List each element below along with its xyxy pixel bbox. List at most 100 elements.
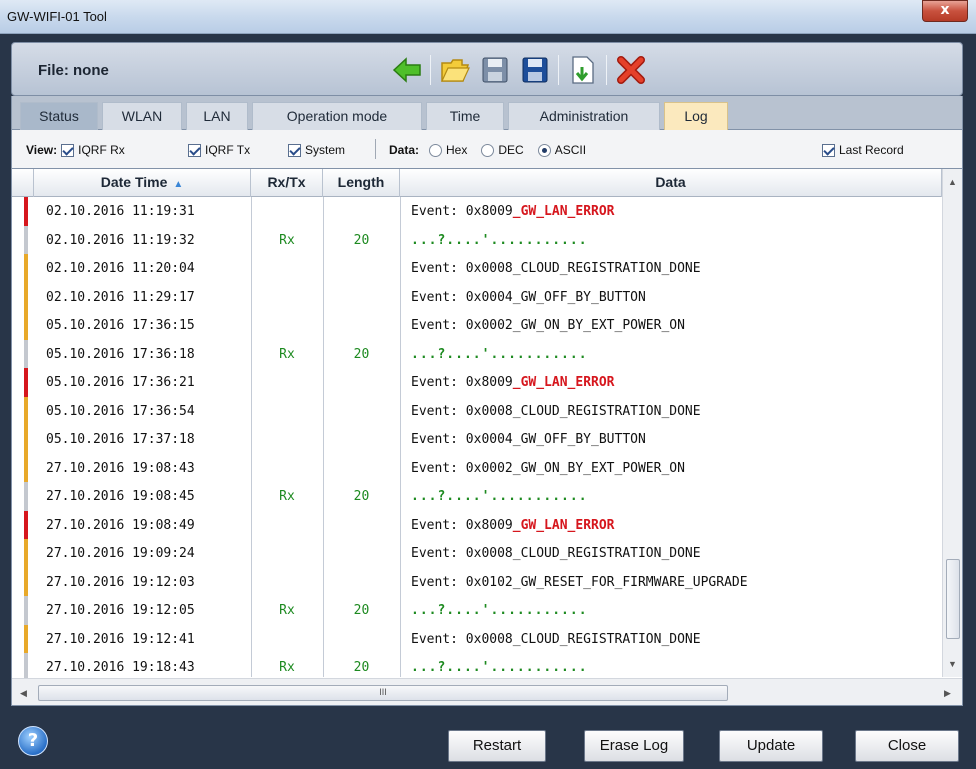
back-arrow-icon[interactable]: [388, 51, 426, 89]
toolbar: File: none: [11, 42, 963, 96]
window-close-button[interactable]: x: [922, 0, 968, 22]
header-datetime[interactable]: Date Time ▲: [34, 169, 251, 197]
row-type-indicator: [24, 539, 28, 568]
log-grid: Date Time ▲ Rx/Tx Length Data 02.10.2016 …: [11, 168, 963, 706]
erase-log-button[interactable]: Erase Log: [584, 730, 684, 762]
export-icon[interactable]: [564, 51, 602, 89]
tab-administration[interactable]: Administration: [508, 102, 660, 130]
header-length[interactable]: Length: [323, 169, 400, 197]
row-datetime: 27.10.2016 19:08:45: [46, 489, 195, 504]
restart-button[interactable]: Restart: [448, 730, 546, 762]
iqrf-tx-label: IQRF Tx: [205, 143, 251, 157]
table-row[interactable]: 05.10.2016 17:37:18 Event: 0x0004_GW_OFF_…: [12, 425, 942, 454]
header-datetime-label: Date Time: [100, 174, 168, 190]
scroll-right-icon[interactable]: ▶: [944, 688, 951, 699]
row-length: 20: [353, 232, 370, 248]
tab-wlan[interactable]: WLAN: [102, 102, 182, 130]
table-row[interactable]: 27.10.2016 19:08:49 Event: 0x8009_GW_LAN_…: [12, 510, 942, 540]
tab-time[interactable]: Time: [426, 102, 504, 130]
table-row[interactable]: 27.10.2016 19:12:41 Event: 0x0008_CLOUD_R…: [12, 624, 942, 654]
row-data: Event: 0x0004_GW_OFF_BY_BUTTON: [411, 425, 941, 454]
help-icon[interactable]: ?: [18, 726, 48, 756]
header-data[interactable]: Data: [400, 169, 942, 197]
last-record-checkbox[interactable]: [822, 143, 835, 157]
header-rxtx[interactable]: Rx/Tx: [251, 169, 323, 197]
table-row[interactable]: 02.10.2016 11:19:32 Rx 20 ...?....'........…: [12, 225, 942, 254]
row-type-indicator: [24, 453, 28, 482]
delete-icon[interactable]: [612, 51, 650, 89]
row-datetime: 02.10.2016 11:29:17: [46, 289, 195, 305]
close-button[interactable]: Close: [855, 730, 959, 762]
iqrf-rx-checkbox[interactable]: [61, 143, 75, 157]
tab-log[interactable]: Log: [664, 102, 728, 130]
table-row[interactable]: 02.10.2016 11:29:17 Event: 0x0004_GW_OFF_…: [12, 282, 942, 311]
open-folder-icon[interactable]: [436, 51, 474, 89]
row-datetime: 27.10.2016 19:12:03: [46, 574, 195, 590]
table-row[interactable]: 27.10.2016 19:08:43 Event: 0x0002_GW_ON_B…: [12, 453, 942, 483]
table-row[interactable]: 05.10.2016 17:36:18 Rx 20 ...?....'........…: [12, 339, 942, 368]
scroll-left-icon[interactable]: ◀: [20, 688, 27, 699]
row-data: Event: 0x8009_GW_LAN_ERROR: [411, 511, 941, 540]
row-datetime: 05.10.2016 17:36:15: [46, 318, 195, 333]
row-data: Event: 0x0002_GW_ON_BY_EXT_POWER_ON: [411, 454, 941, 483]
row-data-text: Event: 0x8009: [411, 375, 513, 390]
horizontal-scrollbar[interactable]: ◀ III ▶: [12, 678, 962, 705]
dec-radio[interactable]: [481, 143, 495, 157]
system-checkbox[interactable]: [288, 143, 301, 157]
tab-status[interactable]: Status: [20, 102, 98, 130]
row-type-indicator: [24, 339, 28, 368]
row-data-text: Event: 0x0002_GW_ON_BY_EXT_POWER_ON: [411, 318, 685, 333]
table-row[interactable]: 27.10.2016 19:12:03 Event: 0x0102_GW_RESE…: [12, 567, 942, 596]
table-row[interactable]: 27.10.2016 19:12:05 Rx 20 ...?....'........…: [12, 596, 942, 625]
save-icon[interactable]: [476, 51, 514, 89]
row-datetime: 27.10.2016 19:12:41: [46, 631, 195, 647]
system-option: System: [288, 143, 345, 157]
table-row[interactable]: 05.10.2016 17:36:21 Event: 0x8009_GW_LAN_…: [12, 368, 942, 397]
row-type-indicator: [24, 567, 28, 596]
grid-header: Date Time ▲ Rx/Tx Length Data: [12, 169, 962, 197]
view-options: View: IQRF Rx: [26, 143, 125, 157]
system-label: System: [305, 143, 346, 157]
row-datetime: 27.10.2016 19:12:05: [46, 603, 195, 618]
row-datetime: 05.10.2016 17:36:21: [46, 375, 195, 390]
row-data-text: ...?....'...........: [411, 346, 588, 362]
row-type-indicator: [24, 368, 28, 397]
row-data-text: Event: 0x0008_CLOUD_REGISTRATION_DONE: [411, 546, 701, 561]
row-datetime: 27.10.2016 19:09:24: [46, 546, 195, 561]
table-row[interactable]: 05.10.2016 17:36:15 Event: 0x0002_GW_ON_B…: [12, 311, 942, 340]
table-row[interactable]: 05.10.2016 17:36:54 Event: 0x0008_CLOUD_R…: [12, 396, 942, 425]
horizontal-scroll-thumb[interactable]: III: [38, 685, 728, 701]
row-type-indicator: [24, 425, 28, 454]
row-type-indicator: [24, 197, 28, 226]
iqrf-tx-option: IQRF Tx: [188, 143, 250, 157]
ascii-radio[interactable]: [537, 143, 551, 157]
update-button[interactable]: Update: [719, 730, 823, 762]
row-data-text: Event: 0x0004_GW_OFF_BY_BUTTON: [411, 289, 646, 305]
table-row[interactable]: 02.10.2016 11:19:31 Event: 0x8009_GW_LAN_…: [12, 197, 942, 226]
row-data-text: Event: 0x0004_GW_OFF_BY_BUTTON: [411, 432, 646, 447]
iqrf-tx-checkbox[interactable]: [188, 143, 201, 157]
row-data: Event: 0x0008_CLOUD_REGISTRATION_DONE: [411, 254, 941, 283]
row-datetime: 27.10.2016 19:08:49: [46, 517, 195, 533]
tab-strip: Status WLAN LAN Operation mode Time Admi…: [11, 96, 963, 130]
scroll-up-icon[interactable]: ▲: [948, 177, 957, 187]
row-rxtx: Rx: [279, 346, 295, 362]
row-data: Event: 0x8009_GW_LAN_ERROR: [411, 197, 941, 226]
vertical-scrollbar[interactable]: ▲ ▼: [942, 169, 962, 677]
row-length: 20: [353, 603, 370, 618]
table-row[interactable]: 27.10.2016 19:09:24 Event: 0x0008_CLOUD_R…: [12, 539, 942, 568]
row-rxtx: Rx: [279, 603, 295, 618]
row-type-indicator: [24, 282, 28, 311]
tab-lan[interactable]: LAN: [186, 102, 248, 130]
row-data: Event: 0x0008_CLOUD_REGISTRATION_DONE: [411, 625, 941, 654]
tab-operation-mode[interactable]: Operation mode: [252, 102, 422, 130]
save-as-icon[interactable]: [516, 51, 554, 89]
row-datetime: 27.10.2016 19:08:43: [46, 460, 195, 476]
vertical-scroll-thumb[interactable]: [946, 559, 960, 639]
scroll-down-icon[interactable]: ▼: [948, 659, 957, 669]
title-bar: GW-WIFI-01 Tool x: [0, 0, 976, 34]
table-row[interactable]: 27.10.2016 19:08:45 Rx 20 ...?....'........…: [12, 482, 942, 511]
hex-radio[interactable]: [429, 143, 443, 157]
row-type-indicator: [24, 254, 28, 283]
table-row[interactable]: 02.10.2016 11:20:04 Event: 0x0008_CLOUD_R…: [12, 254, 942, 283]
